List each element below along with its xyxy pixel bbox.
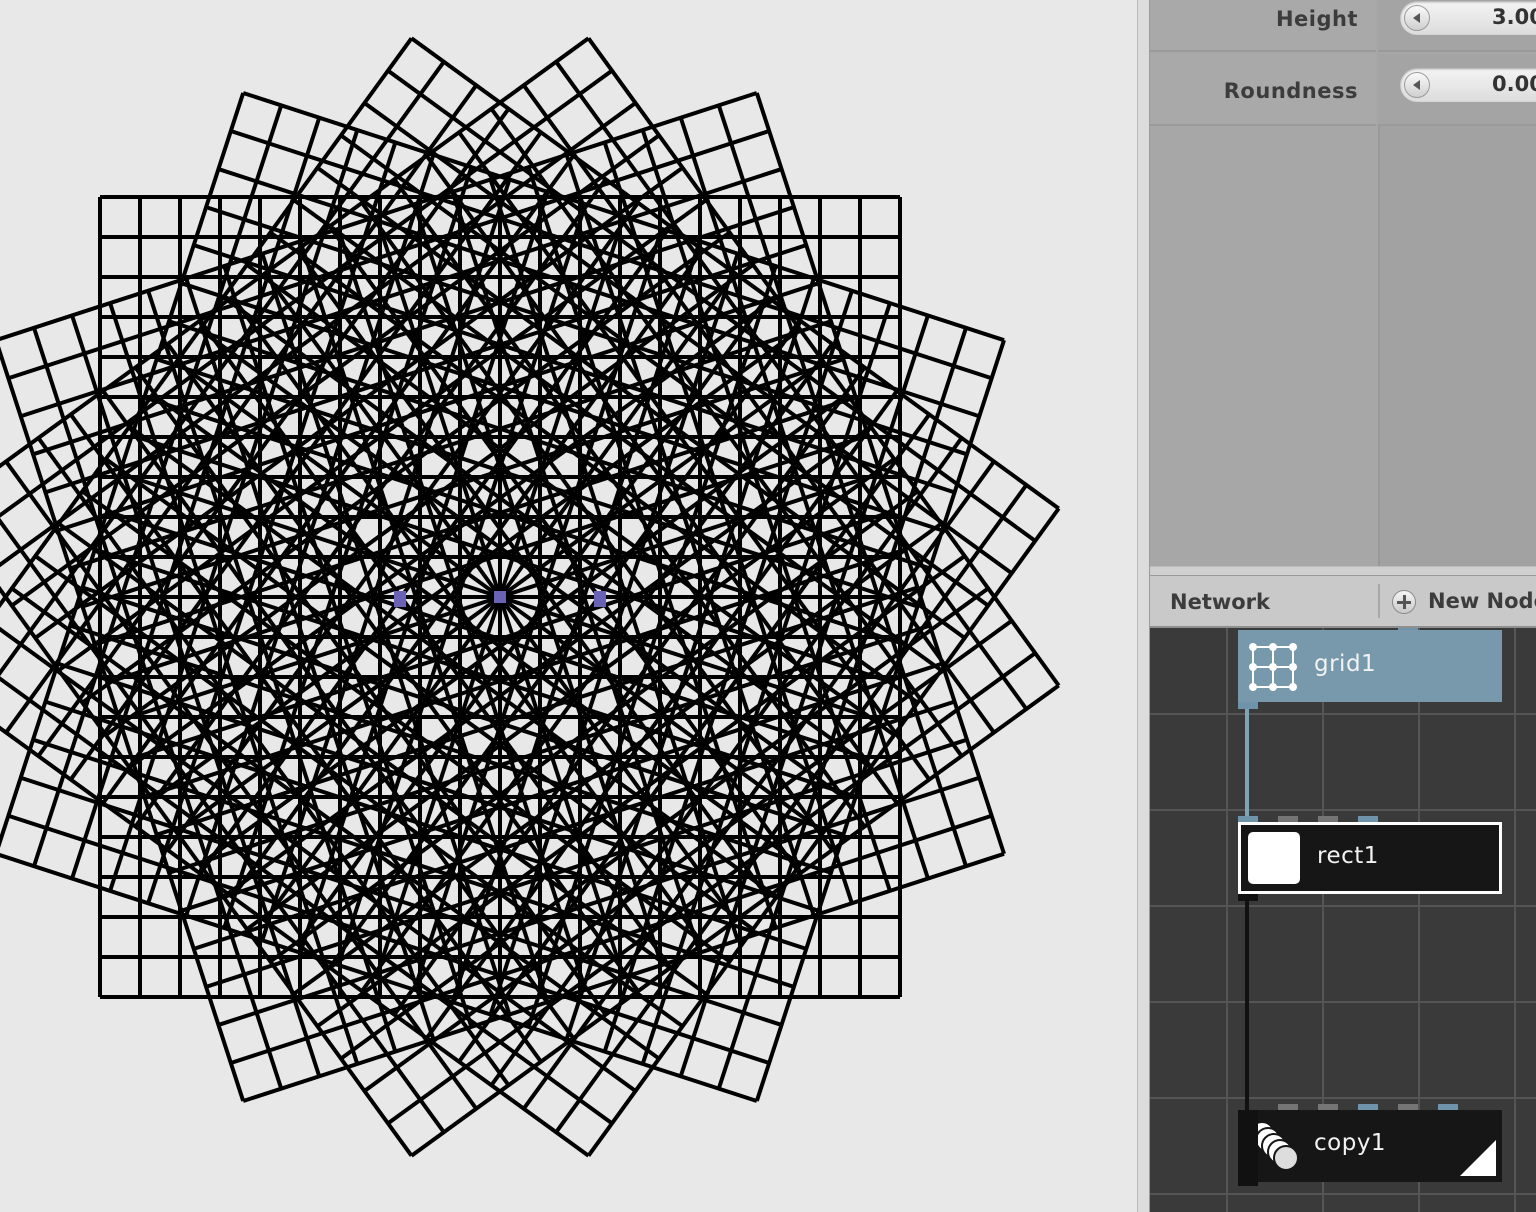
copy-grid-group [0,36,1061,1158]
node-label: copy1 [1314,1130,1387,1156]
height-field[interactable]: 3.00 [1400,1,1536,35]
network-title: Network [1170,590,1271,614]
input-port[interactable] [1238,1110,1258,1186]
decrement-arrow-icon[interactable] [1404,72,1430,98]
network-canvas[interactable]: grid1 rect1 copy1 [1150,628,1536,1212]
panel-splitter-horizontal[interactable] [1150,566,1536,576]
canvas-viewer[interactable] [0,0,1137,1212]
parameters-panel: Height 3.00 Roundness 0.00 [1150,0,1536,566]
network-header: Network New Node [1150,576,1536,628]
param-label-roundness: Roundness [1223,79,1358,103]
grid-icon [1249,643,1297,691]
node-label: rect1 [1317,843,1379,869]
handle-point [394,591,406,607]
param-row-roundness: Roundness 0.00 [1150,54,1536,126]
new-node-label: New Node [1428,589,1536,613]
geometry-pattern [0,36,1061,1158]
output-port[interactable] [1238,702,1258,709]
rendered-flag-icon [1460,1140,1496,1176]
param-row-height: Height 3.00 [1150,0,1536,52]
panel-splitter[interactable] [1137,0,1150,1212]
node-rect1[interactable]: rect1 [1238,822,1502,894]
node-label: grid1 [1314,651,1377,677]
output-port[interactable] [1238,894,1258,901]
height-value[interactable]: 3.00 [1492,5,1536,29]
rect-icon [1248,832,1300,884]
roundness-value[interactable]: 0.00 [1492,72,1536,96]
node-grid1[interactable]: grid1 [1238,628,1502,709]
input-port[interactable] [1398,628,1418,630]
plus-icon [1392,590,1416,614]
node-copy1[interactable]: copy1 [1238,1110,1502,1186]
roundness-field[interactable]: 0.00 [1400,68,1536,102]
param-label-height: Height [1275,7,1358,31]
decrement-arrow-icon[interactable] [1404,5,1430,31]
handle-point [594,591,606,607]
handle-point [494,591,506,603]
